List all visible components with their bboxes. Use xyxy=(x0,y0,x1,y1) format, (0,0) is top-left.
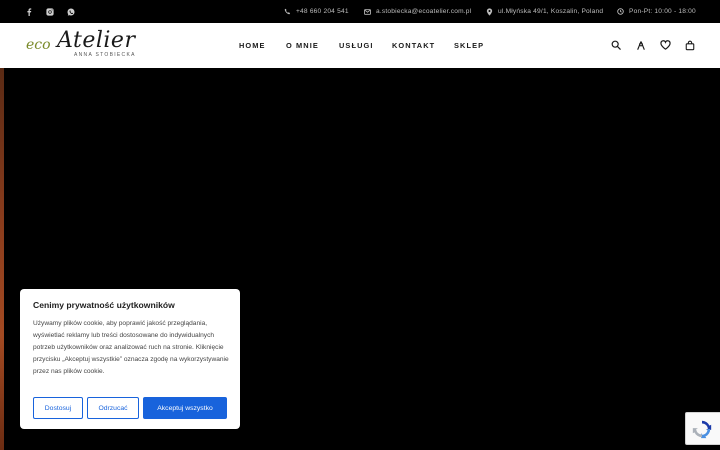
site-header: eco Atelier ANNA STOBIECKA HOME O MNIE U… xyxy=(0,23,720,68)
email-address: a.stobiecka@ecoatelier.com.pl xyxy=(376,8,472,15)
recaptcha-badge[interactable] xyxy=(685,412,720,445)
whatsapp-icon[interactable] xyxy=(64,0,78,23)
recaptcha-icon xyxy=(692,420,712,438)
bag-icon[interactable] xyxy=(684,39,696,51)
accept-all-button[interactable]: Akceptuj wszystko xyxy=(143,397,227,419)
hours-text: Pon-Pt: 10:00 - 18:00 xyxy=(629,8,696,15)
cookie-consent-banner: Cenimy prywatność użytkowników Używamy p… xyxy=(20,289,240,429)
nav-kontakt[interactable]: KONTAKT xyxy=(392,23,435,68)
hero-image-edge xyxy=(0,68,4,450)
nav-home[interactable]: HOME xyxy=(239,23,266,68)
site-logo[interactable]: eco Atelier ANNA STOBIECKA xyxy=(24,28,136,62)
reject-button[interactable]: Odrzucać xyxy=(87,397,139,419)
phone-contact[interactable]: +48 660 204 541 xyxy=(284,0,349,23)
user-icon[interactable] xyxy=(635,39,647,51)
address-contact[interactable]: ul.Młyńska 49/1, Koszalin, Poland xyxy=(486,0,603,23)
nav-sklep[interactable]: SKLEP xyxy=(454,23,484,68)
nav-uslugi[interactable]: USŁUGI xyxy=(339,23,374,68)
search-icon[interactable] xyxy=(610,39,622,51)
location-pin-icon xyxy=(486,7,493,16)
phone-number: +48 660 204 541 xyxy=(296,8,349,15)
top-bar: +48 660 204 541 a.stobiecka@ecoatelier.c… xyxy=(0,0,720,23)
logo-eco-text: eco xyxy=(26,37,51,53)
facebook-icon[interactable] xyxy=(22,0,36,23)
customize-button[interactable]: Dostosuj xyxy=(33,397,83,419)
nav-o-mnie[interactable]: O MNIE xyxy=(286,23,319,68)
logo-atelier-text: Atelier xyxy=(57,28,136,53)
heart-icon[interactable] xyxy=(659,39,671,51)
clock-icon xyxy=(617,8,624,15)
address-text: ul.Młyńska 49/1, Koszalin, Poland xyxy=(498,8,604,15)
cookie-title: Cenimy prywatność użytkowników xyxy=(33,300,175,310)
email-contact[interactable]: a.stobiecka@ecoatelier.com.pl xyxy=(364,0,471,23)
logo-subtitle: ANNA STOBIECKA xyxy=(74,52,136,58)
instagram-icon[interactable] xyxy=(43,0,57,23)
phone-icon xyxy=(284,8,291,15)
mail-icon xyxy=(364,8,371,15)
cookie-description: Używamy plików cookie, aby poprawić jako… xyxy=(33,320,229,375)
opening-hours: Pon-Pt: 10:00 - 18:00 xyxy=(617,0,696,23)
